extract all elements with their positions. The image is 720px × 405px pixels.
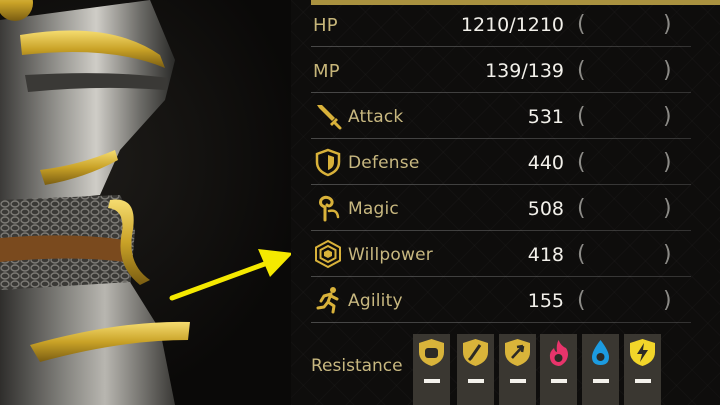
stat-row-attack: Attack 531 ( ) <box>311 95 710 139</box>
arrow-shield-icon <box>505 339 530 366</box>
water-drop-icon <box>592 340 609 365</box>
resistance-label: Resistance <box>311 356 403 376</box>
stat-value: 155 <box>527 290 564 312</box>
resistance-value <box>468 379 484 383</box>
bonus-open-paren: ( <box>577 104 586 129</box>
bonus-close-paren: ) <box>663 288 672 313</box>
resistance-value <box>593 379 609 383</box>
resistance-strike[interactable] <box>413 334 450 405</box>
flame-icon <box>549 340 568 366</box>
stat-value: 139/139 <box>485 60 564 82</box>
resistance-thunder[interactable] <box>624 334 661 405</box>
sword-icon <box>317 105 342 130</box>
row-divider <box>311 230 691 231</box>
stat-row-agility: Agility 155 ( ) <box>311 279 710 323</box>
hexagon-icon <box>315 239 341 269</box>
resistance-ice[interactable] <box>582 334 619 405</box>
bonus-open-paren: ( <box>577 196 586 221</box>
resistance-fire[interactable] <box>540 334 577 405</box>
resistance-value <box>424 379 440 383</box>
bonus-open-paren: ( <box>577 288 586 313</box>
bonus-close-paren: ) <box>663 196 672 221</box>
stat-value: 1210/1210 <box>460 14 564 36</box>
bonus-open-paren: ( <box>577 58 586 83</box>
bonus-open-paren: ( <box>577 12 586 37</box>
stat-row-hp: HP 1210/1210 ( ) <box>311 3 710 47</box>
stat-value: 531 <box>527 106 564 128</box>
stat-label: Magic <box>348 199 399 219</box>
bonus-open-paren: ( <box>577 150 586 175</box>
stat-label: Attack <box>348 107 404 127</box>
bonus-close-paren: ) <box>663 242 672 267</box>
blade-shield-icon <box>463 339 488 366</box>
shield-icon <box>315 148 341 177</box>
character-armor-art <box>0 0 305 405</box>
magic-swirl-icon <box>319 195 340 222</box>
row-divider <box>311 138 691 139</box>
armor-leg-illustration <box>0 0 293 405</box>
stat-label: MP <box>313 61 340 82</box>
resistance-slash[interactable] <box>457 334 494 405</box>
stat-row-mp: MP 139/139 ( ) <box>311 49 710 93</box>
stat-value: 440 <box>527 152 564 174</box>
resistance-value <box>635 379 651 383</box>
row-divider <box>311 322 691 323</box>
stat-label: HP <box>313 15 338 36</box>
stat-row-defense: Defense 440 ( ) <box>311 141 710 185</box>
row-divider <box>311 276 691 277</box>
row-divider <box>311 92 691 93</box>
bonus-close-paren: ) <box>663 12 672 37</box>
fist-shield-icon <box>419 339 444 366</box>
game-screen: HP 1210/1210 ( ) MP 139/139 ( ) Attack 5… <box>0 0 720 405</box>
row-divider <box>311 184 691 185</box>
bonus-open-paren: ( <box>577 242 586 267</box>
bonus-close-paren: ) <box>663 104 672 129</box>
running-figure-icon <box>316 287 339 314</box>
resistance-value <box>510 379 526 383</box>
stat-value: 508 <box>527 198 564 220</box>
bonus-close-paren: ) <box>663 58 672 83</box>
stat-value: 418 <box>527 244 564 266</box>
stat-row-magic: Magic 508 ( ) <box>311 187 710 231</box>
stat-row-willpower: Willpower 418 ( ) <box>311 233 710 277</box>
resistance-pierce[interactable] <box>499 334 536 405</box>
stat-label: Defense <box>348 153 420 173</box>
row-divider <box>311 46 691 47</box>
lightning-icon <box>630 339 655 366</box>
bonus-close-paren: ) <box>663 150 672 175</box>
stat-label: Agility <box>348 291 403 311</box>
resistance-value <box>551 379 567 383</box>
stat-label: Willpower <box>348 245 433 265</box>
